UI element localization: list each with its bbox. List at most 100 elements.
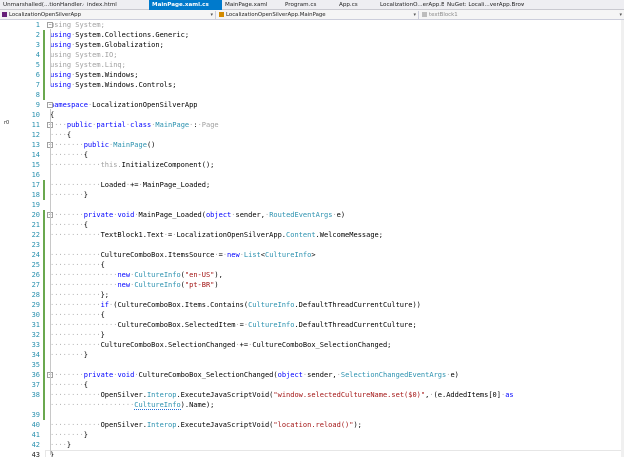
code-line[interactable]: ············{ xyxy=(50,260,105,270)
code-token: } xyxy=(83,431,88,439)
code-line[interactable]: ········} xyxy=(50,190,88,200)
code-line[interactable]: using·System.Globalization; xyxy=(50,40,164,50)
code-line[interactable]: ············} xyxy=(50,330,105,340)
code-token: ············ xyxy=(50,341,101,349)
code-line[interactable]: ············CultureComboBox.ItemsSource·… xyxy=(50,250,316,260)
type-dropdown[interactable]: LocalizationOpenSilverApp.MainPage ▾ xyxy=(217,11,419,19)
code-token: ···················· xyxy=(50,401,135,409)
code-line[interactable]: ············}; xyxy=(50,290,109,300)
code-token: SelectionChangedEventArgs xyxy=(340,371,447,379)
code-token: ············ xyxy=(50,291,101,299)
code-line[interactable]: using System.IO; xyxy=(50,50,117,60)
code-line[interactable]: using·System.Windows.Controls; xyxy=(50,80,176,90)
code-token: OpenSilver. xyxy=(100,391,147,399)
class-icon xyxy=(219,12,224,17)
tab-6[interactable]: LocalizationO...erApp.Browser xyxy=(377,0,444,10)
code-line[interactable]: ················new·CultureInfo("en-US")… xyxy=(50,270,223,280)
project-name: LocalizationOpenSilverApp xyxy=(9,12,81,18)
tab-7[interactable]: NuGet: Locali...verApp.Browser xyxy=(444,0,524,10)
collapse-icon[interactable]: − xyxy=(47,22,53,28)
code-token: System.Collections.Generic; xyxy=(75,31,190,39)
code-token: LocalizationOpenSilverApp xyxy=(92,101,198,109)
code-line[interactable]: ····public·partial·class·MainPage·:·Page xyxy=(50,120,219,130)
tab-1[interactable]: index.html xyxy=(84,0,149,10)
chevron-down-icon: ▾ xyxy=(210,12,213,18)
member-name: textBlock1 xyxy=(429,12,458,18)
code-token: using xyxy=(50,41,72,49)
code-line[interactable]: ············{ xyxy=(50,310,105,320)
code-line[interactable]: ········private·void·CultureComboBox_Sel… xyxy=(50,370,459,380)
code-token: ); xyxy=(353,421,362,429)
code-token: System.Windows.Controls; xyxy=(75,81,177,89)
line-number: 19 xyxy=(31,201,40,209)
change-tracking-bar xyxy=(43,30,45,100)
code-line[interactable]: ····} xyxy=(50,440,71,450)
code-token: CultureInfo xyxy=(134,401,181,410)
current-line-highlight xyxy=(45,450,624,457)
code-token: Content xyxy=(286,231,316,239)
code-line[interactable]: ············if·(CultureComboBox.Items.Co… xyxy=(50,300,421,310)
code-line[interactable]: ············OpenSilver.Interop.ExecuteJa… xyxy=(50,420,362,430)
code-token: }; xyxy=(100,291,110,299)
tab-2[interactable]: MainPage.xaml.cs xyxy=(149,0,222,10)
code-token: ············ xyxy=(50,161,101,169)
collapse-icon[interactable]: − xyxy=(47,102,53,108)
line-number: 16 xyxy=(31,171,40,179)
code-line[interactable]: using System; xyxy=(50,20,105,30)
code-token: ············ xyxy=(50,421,101,429)
code-token: Page xyxy=(201,121,219,129)
line-number: 22 xyxy=(31,231,40,239)
line-number: 43 xyxy=(31,451,40,457)
code-line[interactable]: ····················CultureInfo).Name); xyxy=(50,400,214,410)
code-token: void xyxy=(117,211,135,219)
code-line[interactable]: ············Loaded·+=·MainPage_Loaded; xyxy=(50,180,210,190)
code-line[interactable]: ········} xyxy=(50,350,88,360)
line-number: 1 xyxy=(35,21,40,29)
code-line[interactable]: using System.Linq; xyxy=(50,60,126,70)
code-line[interactable]: ····{ xyxy=(50,130,71,140)
line-number: 2 xyxy=(35,31,40,39)
code-line[interactable]: ············TextBlock1.Text·=·Localizati… xyxy=(50,230,383,240)
code-line[interactable]: namespace·LocalizationOpenSilverApp xyxy=(50,100,198,110)
code-line[interactable]: ············OpenSilver.Interop.ExecuteJa… xyxy=(50,390,514,400)
code-line[interactable]: ············this.InitializeComponent(); xyxy=(50,160,214,170)
code-line[interactable]: ············CultureComboBox.SelectionCha… xyxy=(50,340,391,350)
code-token: } xyxy=(100,331,105,339)
csharp-project-icon xyxy=(2,12,7,17)
code-token: using xyxy=(50,71,72,79)
code-line[interactable]: ················new·CultureInfo("pt-BR") xyxy=(50,280,219,290)
code-token: ········ xyxy=(50,431,84,439)
code-line[interactable]: ········{ xyxy=(50,380,88,390)
code-token: Loaded xyxy=(100,181,126,189)
line-number: 18 xyxy=(31,191,40,199)
code-editor[interactable]: r0 1 2 3 4 5 6 7 8 9 10 11 12 13 14 15 16 17 18 19 20 21 22 23… xyxy=(0,20,624,457)
code-line[interactable]: ················CultureComboBox.Selected… xyxy=(50,320,417,330)
code-token: CultureInfo xyxy=(134,271,181,279)
code-token: namespace xyxy=(50,101,88,109)
tab-0[interactable]: Unmarshalled(...tionHandler.cs xyxy=(0,0,84,10)
code-token: "window.selectedCultureName.set($0)" xyxy=(273,391,426,399)
code-token: += xyxy=(239,341,249,349)
project-dropdown[interactable]: LocalizationOpenSilverApp ▾ xyxy=(0,11,216,19)
code-token: e) xyxy=(336,211,346,219)
code-token: using xyxy=(50,81,72,89)
code-line[interactable]: ········} xyxy=(50,430,88,440)
code-token: private xyxy=(83,211,114,219)
code-line[interactable]: ········{ xyxy=(50,220,88,230)
code-token: e) xyxy=(450,371,459,379)
tab-5[interactable]: App.cs xyxy=(336,0,377,10)
member-dropdown[interactable]: textBlock1 ▾ xyxy=(420,11,624,19)
code-line[interactable]: using·System.Windows; xyxy=(50,70,139,80)
line-number: 10 xyxy=(31,111,40,119)
code-token: .DefaultThreadCurrentCulture; xyxy=(294,321,417,329)
line-number: 6 xyxy=(35,71,40,79)
tab-3[interactable]: MainPage.xaml xyxy=(222,0,282,10)
code-line[interactable]: ········private·void·MainPage_Loaded(obj… xyxy=(50,210,345,220)
code-line[interactable]: ········{ xyxy=(50,150,88,160)
code-line[interactable]: ········public·MainPage() xyxy=(50,140,155,150)
code-line[interactable]: using·System.Collections.Generic; xyxy=(50,30,189,40)
code-token: new xyxy=(117,281,131,289)
code-token: .DefaultThreadCurrentCulture)) xyxy=(294,301,421,309)
tab-4[interactable]: Program.cs xyxy=(282,0,336,10)
line-number: 28 xyxy=(31,291,40,299)
